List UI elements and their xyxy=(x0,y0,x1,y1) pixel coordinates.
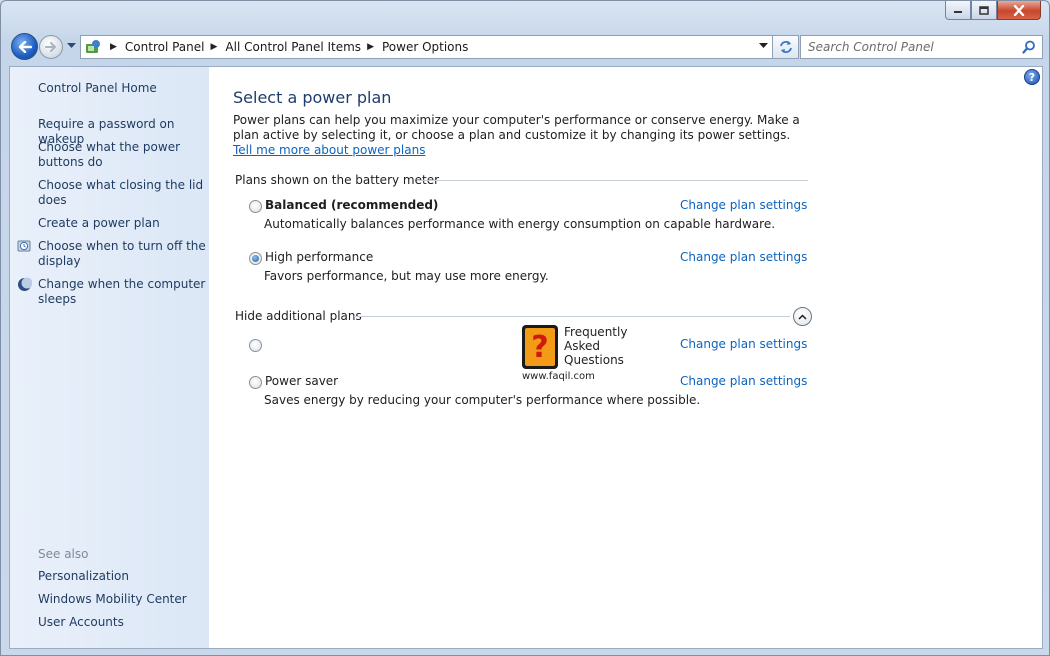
maximize-button[interactable] xyxy=(971,1,997,20)
change-plan-settings-power-saver[interactable]: Change plan settings xyxy=(680,374,807,388)
plan-name-power-saver[interactable]: Power saver xyxy=(265,374,338,388)
help-icon[interactable]: ? xyxy=(1024,69,1040,85)
task-pane: Control Panel Home Require a password on… xyxy=(10,67,209,648)
plan-radio-unnamed[interactable] xyxy=(249,339,262,352)
watermark-line: Frequently xyxy=(564,325,628,339)
page-title: Select a power plan xyxy=(233,88,392,107)
watermark-line: Questions xyxy=(564,353,624,367)
breadcrumb-separator: ▶ xyxy=(367,42,374,52)
watermark-question-mark: ? xyxy=(531,329,549,365)
hide-additional-plans-heading[interactable]: Hide additional plans xyxy=(235,309,362,323)
collapse-button[interactable] xyxy=(793,307,812,326)
forward-arrow-icon xyxy=(45,42,56,52)
plan-radio-balanced[interactable] xyxy=(249,200,262,213)
sidebar-link-computer-sleeps[interactable]: Change when the computer sleeps xyxy=(38,277,208,307)
watermark-line: Asked xyxy=(564,339,600,353)
breadcrumb-separator: ▶ xyxy=(210,42,218,52)
plan-radio-power-saver[interactable] xyxy=(249,376,262,389)
refresh-icon xyxy=(779,41,792,53)
sidebar-link-create-plan[interactable]: Create a power plan xyxy=(38,216,208,231)
sidebar-link-user-accounts[interactable]: User Accounts xyxy=(38,615,208,630)
content-area: Control Panel Home Require a password on… xyxy=(9,66,1043,649)
maximize-icon xyxy=(979,5,989,15)
sidebar-link-personalization[interactable]: Personalization xyxy=(38,569,208,584)
forward-button[interactable] xyxy=(39,35,63,59)
intro-text: Power plans can help you maximize your c… xyxy=(233,113,813,158)
change-plan-settings-balanced[interactable]: Change plan settings xyxy=(680,198,807,212)
change-plan-settings-unnamed[interactable]: Change plan settings xyxy=(680,337,807,351)
back-button[interactable] xyxy=(11,33,38,60)
display-timer-icon xyxy=(17,240,31,252)
recent-pages-dropdown-icon[interactable] xyxy=(67,43,76,49)
plan-name-high-performance[interactable]: High performance xyxy=(265,250,373,264)
tell-me-more-link[interactable]: Tell me more about power plans xyxy=(233,143,425,157)
see-also-heading: See also xyxy=(38,547,89,561)
plan-desc-high-performance: Favors performance, but may use more ene… xyxy=(264,269,549,283)
group-divider xyxy=(417,180,808,181)
breadcrumb-power-options[interactable]: Power Options xyxy=(382,40,468,54)
address-dropdown-icon[interactable] xyxy=(759,43,768,49)
search-input[interactable] xyxy=(808,40,1018,54)
breadcrumb-separator: ▶ xyxy=(110,42,117,52)
main-panel: ? Select a power plan Power plans can he… xyxy=(209,67,1042,648)
control-panel-icon xyxy=(84,38,104,56)
sidebar-link-closing-lid[interactable]: Choose what closing the lid does xyxy=(38,178,208,208)
refresh-button[interactable] xyxy=(773,35,799,59)
back-arrow-icon xyxy=(18,40,32,53)
window-frame: ▶ Control Panel ▶ All Control Panel Item… xyxy=(0,0,1050,656)
breadcrumb-all-items[interactable]: All Control Panel Items xyxy=(225,40,361,54)
sidebar-link-turn-off-display[interactable]: Choose when to turn off the display xyxy=(38,239,208,269)
plan-radio-high-performance[interactable] xyxy=(249,252,262,265)
plan-desc-power-saver: Saves energy by reducing your computer's… xyxy=(264,393,701,407)
sidebar-link-power-buttons[interactable]: Choose what the power buttons do xyxy=(38,140,208,170)
battery-group-heading: Plans shown on the battery meter xyxy=(235,173,440,187)
plan-name-balanced[interactable]: Balanced (recommended) xyxy=(265,198,438,212)
caption-buttons xyxy=(945,1,1041,20)
faq-watermark: ? Frequently Asked Questions www.faqil.c… xyxy=(522,323,642,387)
minimize-button[interactable] xyxy=(945,1,971,20)
search-box[interactable] xyxy=(800,35,1043,59)
watermark-text: Frequently Asked Questions xyxy=(564,325,627,367)
minimize-icon xyxy=(954,11,962,13)
chevron-up-icon xyxy=(798,313,807,320)
search-icon[interactable] xyxy=(1022,40,1036,54)
close-icon xyxy=(1013,4,1025,16)
breadcrumb-control-panel[interactable]: Control Panel xyxy=(125,40,205,54)
sleep-moon-icon xyxy=(18,277,32,291)
change-plan-settings-high-performance[interactable]: Change plan settings xyxy=(680,250,807,264)
watermark-url: www.faqil.com xyxy=(522,371,595,382)
plan-desc-balanced: Automatically balances performance with … xyxy=(264,217,776,231)
group-divider xyxy=(354,316,790,317)
sidebar-link-mobility-center[interactable]: Windows Mobility Center xyxy=(38,592,208,607)
address-bar[interactable]: ▶ Control Panel ▶ All Control Panel Item… xyxy=(80,35,773,59)
sidebar-control-panel-home[interactable]: Control Panel Home xyxy=(38,81,208,96)
intro-body: Power plans can help you maximize your c… xyxy=(233,113,800,142)
close-button[interactable] xyxy=(997,1,1041,20)
navigation-bar: ▶ Control Panel ▶ All Control Panel Item… xyxy=(9,31,1043,63)
